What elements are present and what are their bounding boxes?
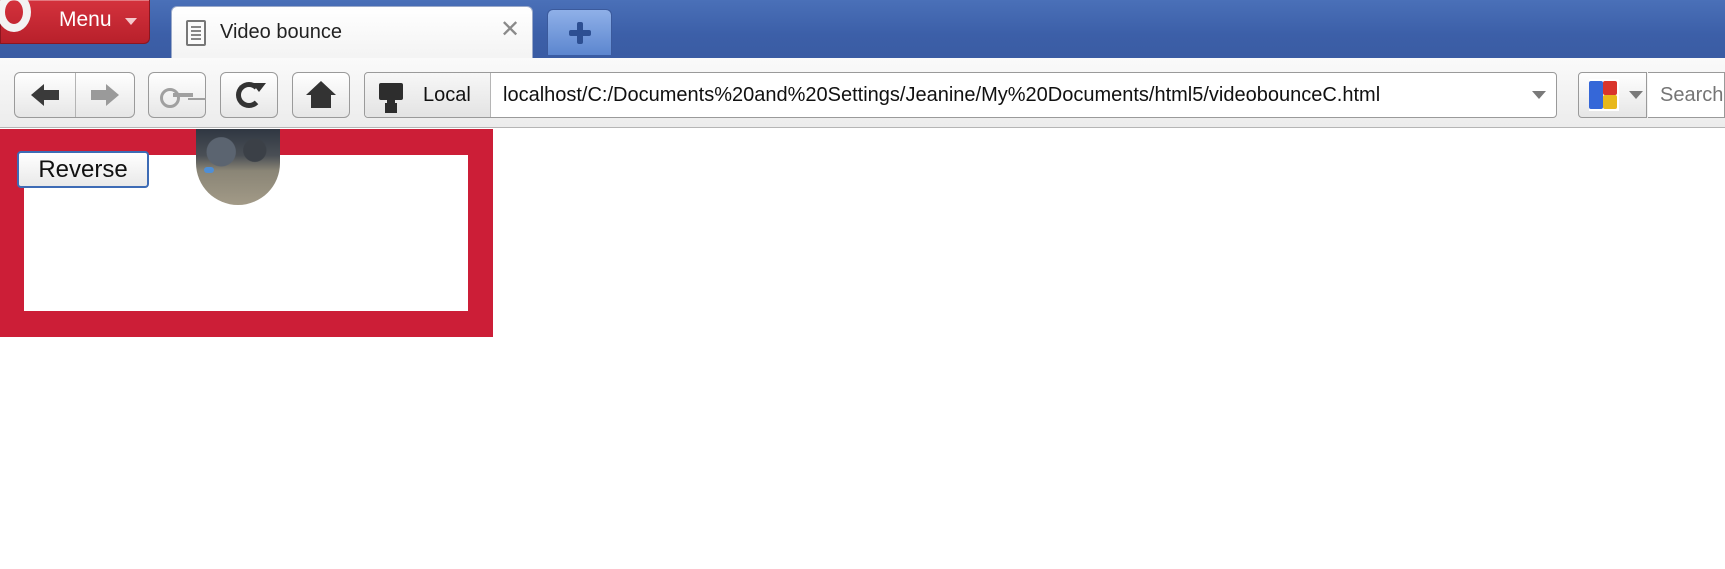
arrow-right-icon [90,84,119,106]
menu-label: Menu [59,8,112,31]
security-badge-label: Local [423,83,471,106]
close-icon[interactable]: ✕ [500,17,520,41]
opera-logo-icon [0,0,31,32]
chevron-down-icon [1532,91,1546,99]
back-button[interactable] [15,73,75,117]
reload-button[interactable] [220,72,278,118]
chevron-down-icon [125,18,137,25]
tab-bar: Menu Video bounce ✕ [0,0,1725,60]
arrow-left-icon [30,84,59,106]
url-field[interactable]: localhost/C:/Documents%20and%20Settings/… [503,84,1522,107]
back-forward-group [14,72,135,118]
reload-icon [236,82,266,108]
key-icon [160,88,194,108]
menu-button[interactable]: Menu [0,0,150,44]
home-icon [306,81,336,109]
new-tab-button[interactable] [547,9,612,55]
search-engine-selector[interactable] [1578,72,1647,118]
page-icon [186,20,206,46]
google-icon [1589,79,1619,111]
tab-video-bounce[interactable]: Video bounce ✕ [171,6,533,60]
wand-button[interactable] [148,72,206,118]
forward-button[interactable] [74,73,135,117]
monitor-icon [379,82,405,108]
address-bar[interactable]: Local localhost/C:/Documents%20and%20Set… [364,72,1557,118]
reverse-button[interactable]: Reverse [17,151,149,188]
plus-icon [568,21,591,44]
security-badge[interactable]: Local [365,73,491,117]
tab-title: Video bounce [220,21,342,43]
navigation-toolbar: Local localhost/C:/Documents%20and%20Set… [0,58,1725,128]
url-history-dropdown[interactable] [1522,73,1556,117]
home-button[interactable] [292,72,350,118]
chevron-down-icon [1629,91,1643,99]
search-input[interactable] [1648,72,1725,118]
